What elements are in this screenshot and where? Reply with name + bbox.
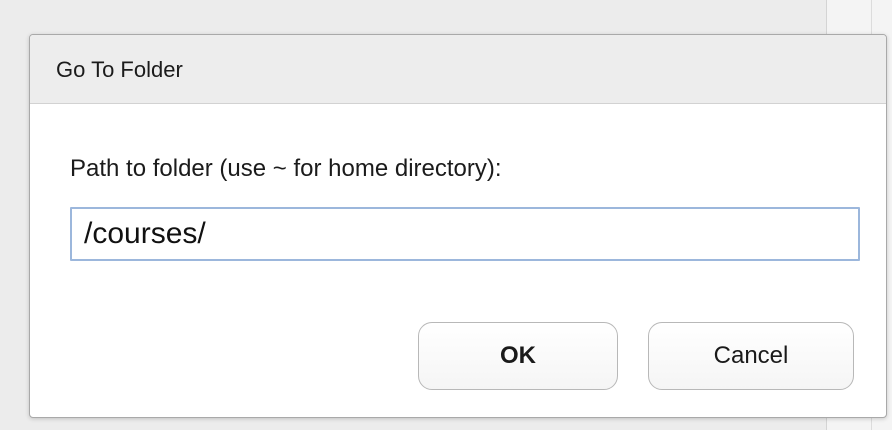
go-to-folder-dialog: Go To Folder Path to folder (use ~ for h… bbox=[29, 34, 887, 418]
ok-button[interactable]: OK bbox=[418, 322, 618, 390]
path-input[interactable] bbox=[70, 207, 860, 261]
cancel-button[interactable]: Cancel bbox=[648, 322, 854, 390]
dialog-titlebar: Go To Folder bbox=[30, 35, 886, 104]
path-label: Path to folder (use ~ for home directory… bbox=[70, 155, 502, 182]
dialog-title: Go To Folder bbox=[56, 57, 183, 82]
